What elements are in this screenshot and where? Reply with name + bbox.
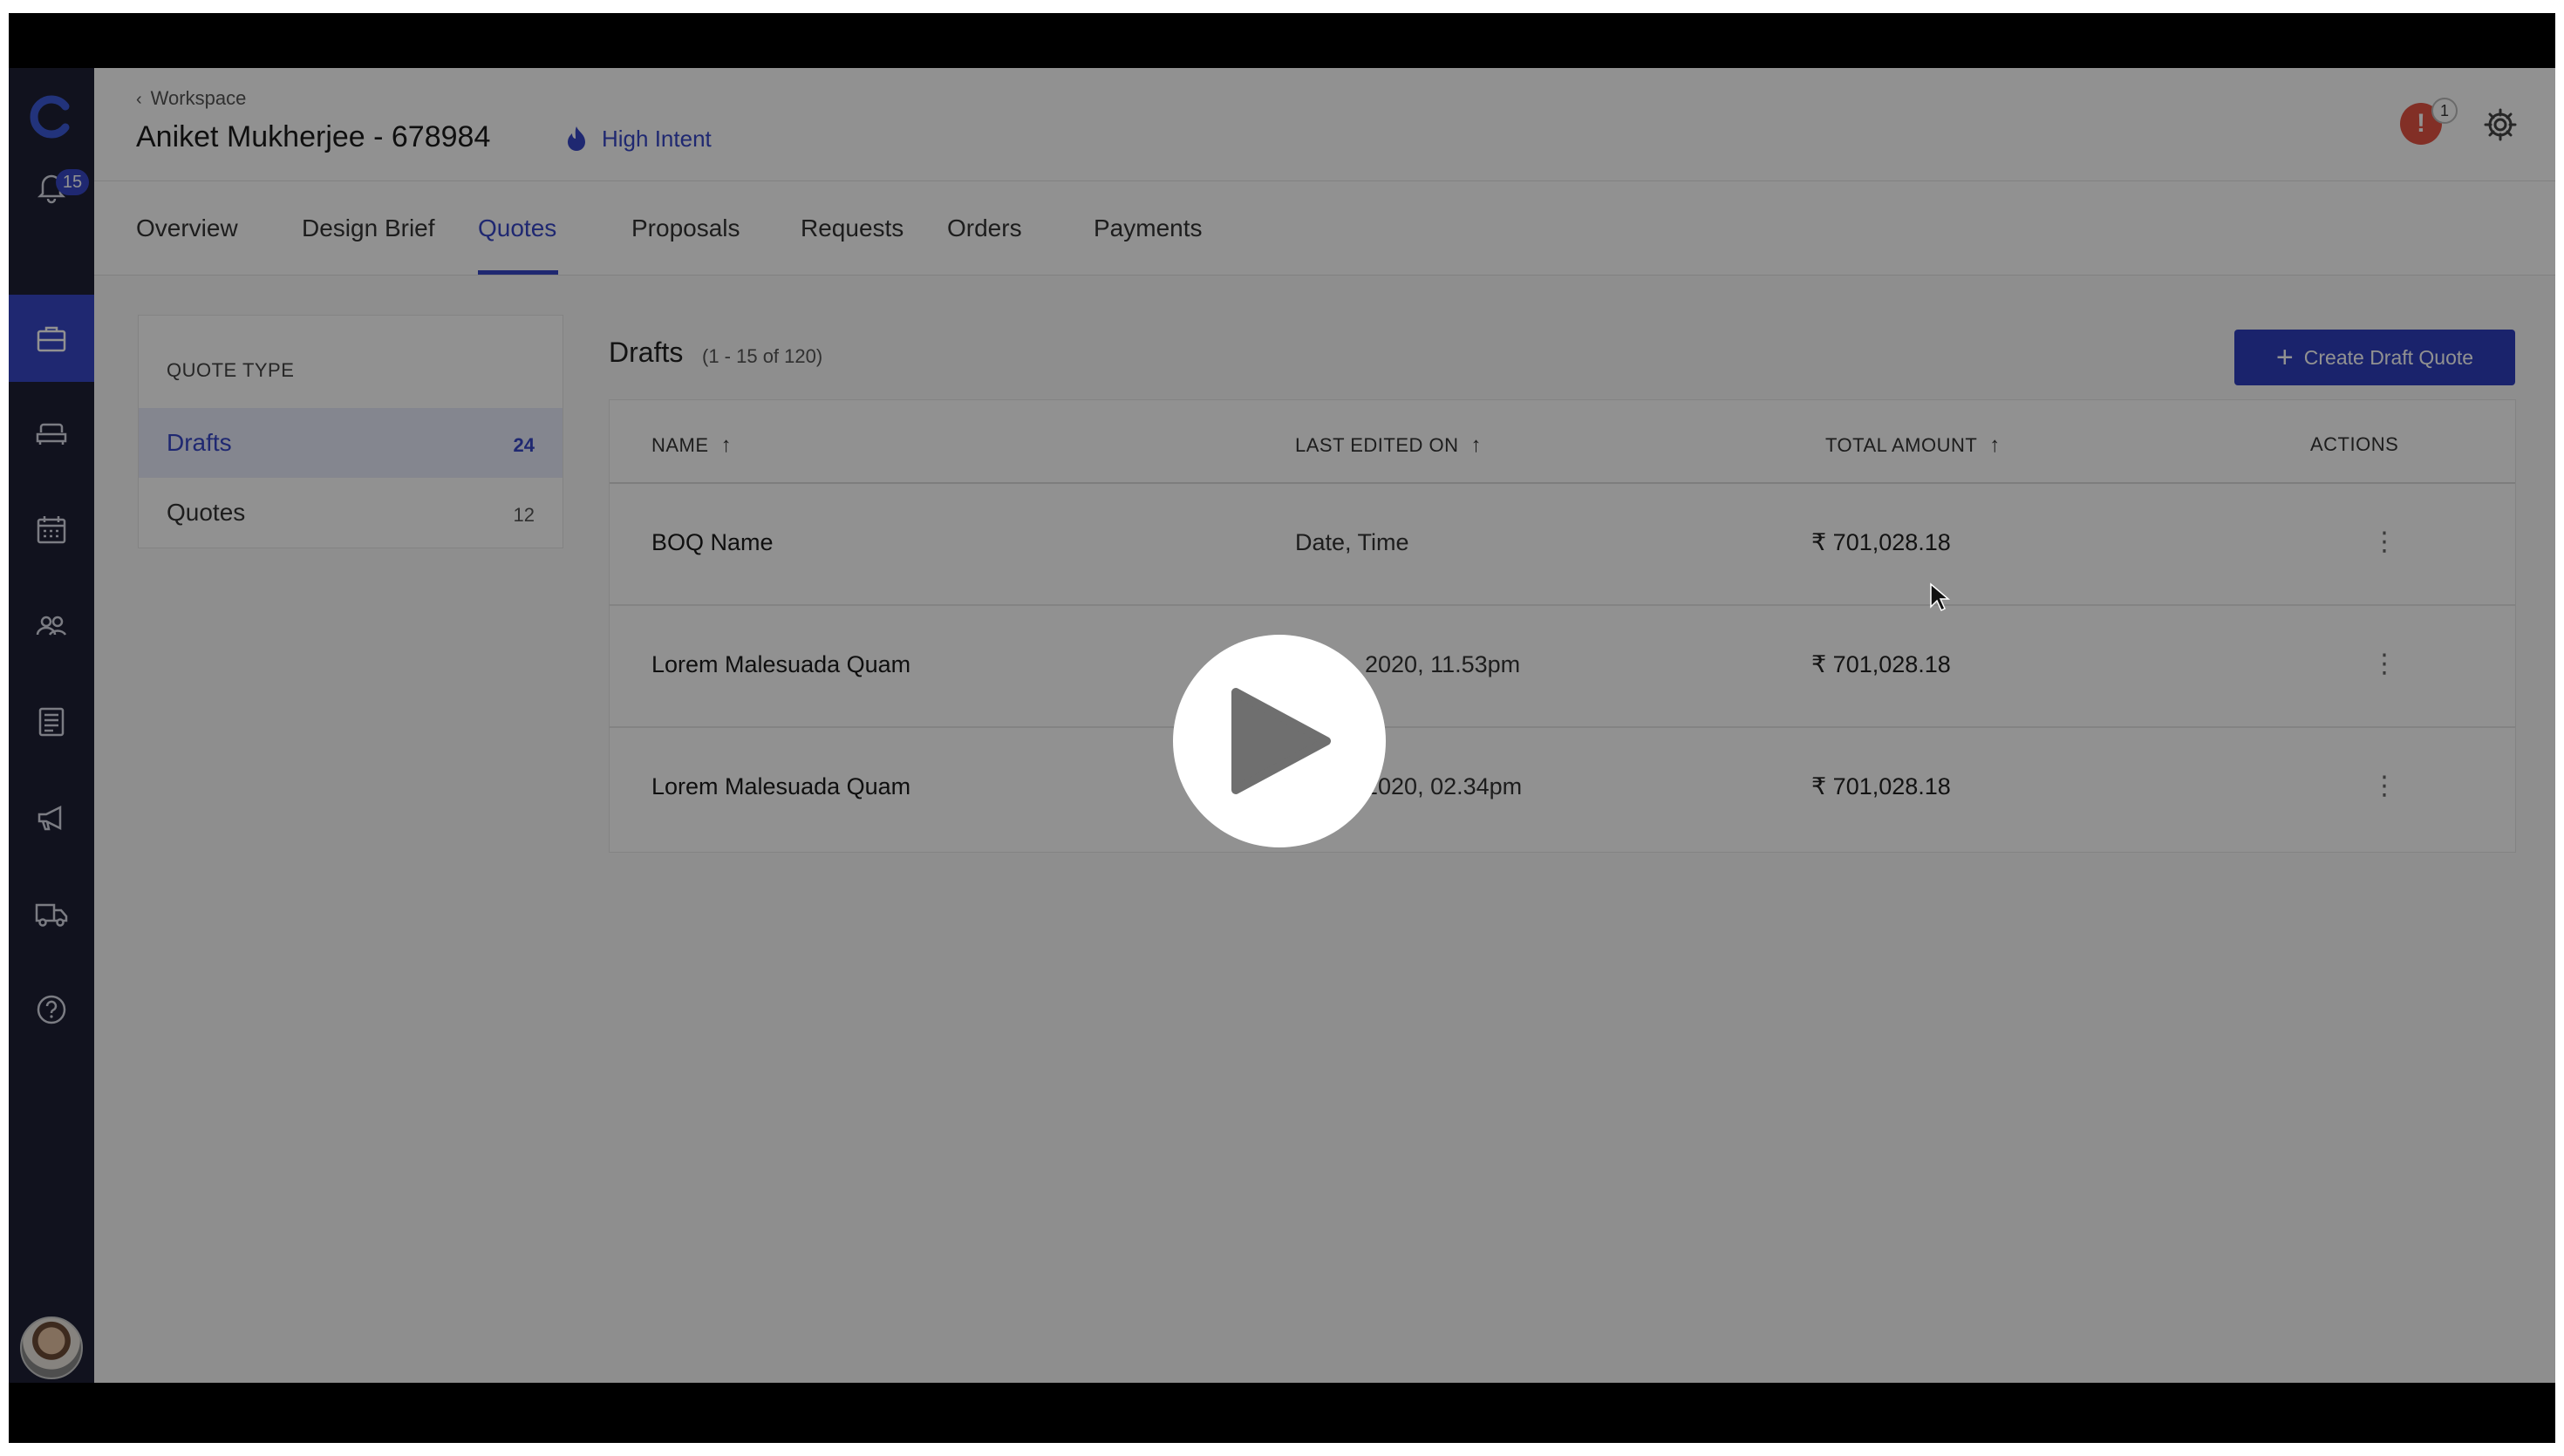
video-player[interactable]: 15 ‹ Workspace Aniket Mukherjee - 678984… [9,13,2555,1443]
screen: 15 ‹ Workspace Aniket Mukherjee - 678984… [0,0,2564,1456]
app-window: 15 ‹ Workspace Aniket Mukherjee - 678984… [9,68,2555,1383]
mouse-cursor-icon [1930,582,1951,612]
play-icon [1231,688,1331,794]
play-button[interactable] [1173,635,1386,847]
